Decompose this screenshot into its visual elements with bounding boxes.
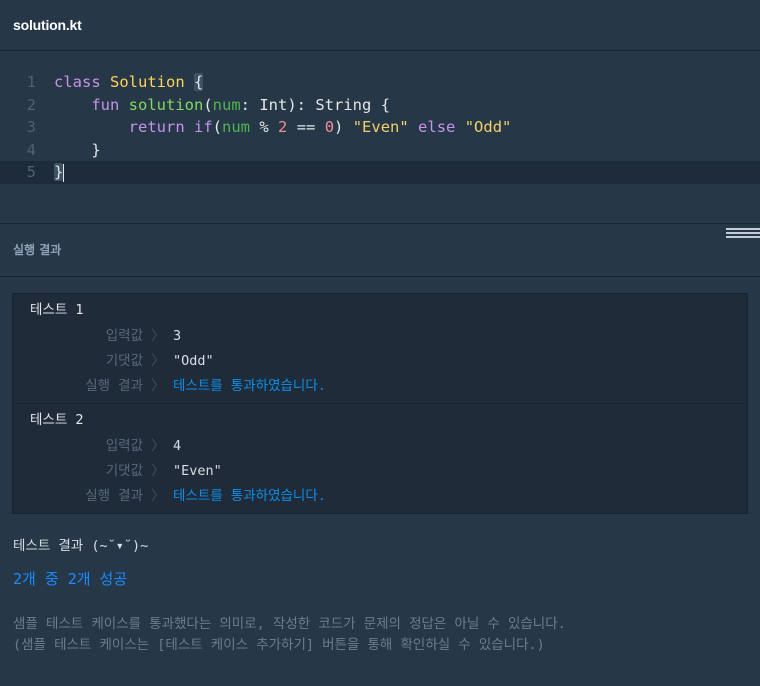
input-row: 입력값 〉 3 — [13, 324, 747, 349]
expected-value: "Even" — [173, 463, 222, 479]
keyword: fun — [91, 95, 120, 114]
input-label: 입력값 — [105, 438, 143, 454]
expected-value: "Odd" — [173, 353, 214, 369]
summary-title: 테스트 결과 (~˘▾˘)~ — [13, 538, 149, 554]
input-row: 입력값 〉 4 — [13, 434, 747, 459]
line-number: 4 — [26, 140, 36, 159]
test-summary: 테스트 결과 (~˘▾˘)~ 2개 중 2개 성공 샘플 테스트 케이스를 통과… — [0, 514, 760, 656]
result-panel: 테스트 1 입력값 〉 3 기댓값 〉 "Odd" 실행 결과 〉 테스트를 통… — [0, 277, 760, 514]
input-value: 4 — [173, 438, 182, 454]
line-number: 1 — [26, 73, 36, 91]
matched-brace: { — [194, 73, 204, 91]
file-tab-title[interactable]: solution.kt — [13, 17, 82, 33]
line-number: 2 — [26, 95, 36, 114]
summary-note: (샘플 테스트 케이스는 [테스트 케이스 추가하기] 버튼을 통해 확인하실 … — [13, 637, 545, 653]
string-literal: "Even" — [352, 118, 409, 136]
test-case-list: 테스트 1 입력값 〉 3 기댓값 〉 "Odd" 실행 결과 〉 테스트를 통… — [12, 293, 748, 514]
chevron-right-icon: 〉 — [151, 378, 165, 394]
class-name: Solution — [110, 73, 185, 91]
expected-row: 기댓값 〉 "Odd" — [13, 349, 747, 374]
code-line-2[interactable]: 2 fun solution(num: Int): String { — [0, 94, 760, 117]
summary-note: 샘플 테스트 케이스를 통과했다는 의미로, 작성한 코드가 문제의 정답은 아… — [13, 616, 566, 632]
code-line-5[interactable]: 5 } — [0, 161, 760, 184]
result-row: 실행 결과 〉 테스트를 통과하였습니다. — [13, 484, 747, 509]
keyword: else — [418, 118, 456, 136]
number-literal: 0 — [324, 118, 335, 136]
keyword: return — [128, 118, 185, 136]
input-value: 3 — [173, 328, 182, 344]
paren: ): — [287, 95, 316, 114]
expected-row: 기댓값 〉 "Even" — [13, 459, 747, 484]
code-line-4[interactable]: 4 } — [0, 139, 760, 162]
code-area[interactable]: 1 class Solution { 2 fun solution(num: I… — [0, 71, 760, 184]
return-type: String — [315, 95, 372, 114]
chevron-right-icon: 〉 — [151, 328, 165, 344]
number-literal: 2 — [278, 118, 288, 136]
code-line-1[interactable]: 1 class Solution { — [0, 71, 760, 94]
result-panel-title: 실행 결과 — [13, 243, 62, 257]
paren: ( — [203, 95, 213, 114]
test-case: 테스트 1 입력값 〉 3 기댓값 〉 "Odd" 실행 결과 〉 테스트를 통… — [13, 294, 747, 404]
result-row: 실행 결과 〉 테스트를 통과하였습니다. — [13, 374, 747, 399]
summary-count: 2개 중 2개 성공 — [13, 570, 128, 588]
param-type: Int — [259, 95, 288, 114]
result-panel-header: 실행 결과 — [0, 224, 760, 277]
text-cursor — [63, 163, 65, 182]
operator: % — [250, 118, 279, 136]
string-literal: "Odd" — [464, 118, 512, 136]
code-line-3[interactable]: 3 return if(num % 2 == 0) "Even" else "O… — [0, 116, 760, 139]
expected-label: 기댓값 — [105, 353, 143, 369]
colon: : — [240, 95, 260, 114]
result-value: 테스트를 통과하였습니다. — [173, 378, 326, 394]
line-number: 5 — [26, 163, 36, 181]
result-value: 테스트를 통과하였습니다. — [173, 488, 326, 504]
function-name: solution — [128, 95, 204, 114]
param-name: num — [212, 95, 241, 114]
keyword: if — [194, 118, 213, 136]
line-number: 3 — [26, 118, 36, 136]
result-label: 실행 결과 — [85, 378, 143, 394]
chevron-right-icon: 〉 — [151, 463, 165, 479]
code-editor[interactable]: 1 class Solution { 2 fun solution(num: I… — [0, 51, 760, 224]
resize-handle-icon[interactable] — [726, 228, 760, 240]
matched-brace: } — [54, 163, 64, 181]
input-label: 입력값 — [105, 328, 143, 344]
summary-notes: 샘플 테스트 케이스를 통과했다는 의미로, 작성한 코드가 문제의 정답은 아… — [13, 614, 747, 656]
result-label: 실행 결과 — [85, 488, 143, 504]
editor-tab-bar: solution.kt — [0, 0, 760, 51]
test-case-title: 테스트 1 — [30, 302, 84, 318]
param-name: num — [222, 118, 251, 136]
expected-label: 기댓값 — [105, 463, 143, 479]
chevron-right-icon: 〉 — [151, 488, 165, 504]
brace: } — [91, 140, 101, 159]
brace: { — [380, 95, 391, 114]
test-case: 테스트 2 입력값 〉 4 기댓값 〉 "Even" 실행 결과 〉 테스트를 … — [13, 404, 747, 513]
paren: ( — [212, 118, 223, 136]
paren: ) — [334, 118, 353, 136]
chevron-right-icon: 〉 — [151, 353, 165, 369]
chevron-right-icon: 〉 — [151, 438, 165, 454]
test-case-title: 테스트 2 — [30, 412, 84, 428]
keyword: class — [54, 73, 101, 91]
operator: == — [287, 118, 325, 136]
